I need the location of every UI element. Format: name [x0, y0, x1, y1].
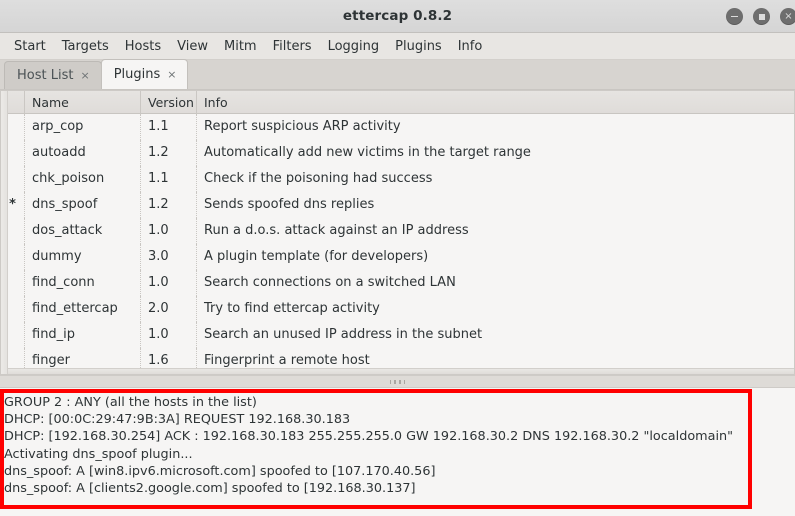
plugin-version-cell: 1.0	[141, 218, 197, 244]
menu-item-start[interactable]: Start	[6, 37, 54, 56]
log-line: DHCP: [192.168.30.254] ACK : 192.168.30.…	[4, 429, 734, 445]
menu-item-view[interactable]: View	[169, 37, 216, 56]
plugin-name-cell: find_ettercap	[25, 296, 141, 322]
menu-bar: Start Targets Hosts View Mitm Filters Lo…	[0, 33, 795, 60]
ettercap-window: ettercap 0.8.2 × Start Targets Hosts Vie…	[0, 0, 795, 516]
plugin-name-cell: dos_attack	[25, 218, 141, 244]
menu-item-logging[interactable]: Logging	[320, 37, 388, 56]
table-row[interactable]: find_ip 1.0 Search an unused IP address in…	[1, 322, 794, 348]
plugin-version-cell: 2.0	[141, 296, 197, 322]
table-row[interactable]: arp_cop 1.1 Report suspicious ARP activity	[1, 114, 794, 140]
column-header-name[interactable]: Name	[25, 91, 141, 114]
minimize-icon	[731, 15, 738, 18]
minimize-button[interactable]	[726, 8, 743, 25]
table-row[interactable]: autoadd 1.2 Automatically add new victims …	[1, 140, 794, 166]
table-row[interactable]: find_ettercap 2.0 Try to find ettercap act…	[1, 296, 794, 322]
plugin-info-cell: Search an unused IP address in the subne…	[204, 327, 483, 342]
tab-plugins[interactable]: Plugins ×	[100, 59, 189, 89]
log-panel: GROUP 2 : ANY (all the hosts in the list…	[0, 388, 795, 516]
plugin-name-cell: autoadd	[25, 140, 141, 166]
plugin-version-cell: 1.1	[141, 166, 197, 192]
close-icon: ×	[784, 10, 793, 22]
maximize-button[interactable]	[753, 8, 770, 25]
table-row[interactable]: * dns_spoof 1.2 Sends spoofed dns replies	[1, 192, 794, 218]
plugin-version-cell: 1.2	[141, 140, 197, 166]
log-line: Activating dns_spoof plugin...	[4, 446, 193, 462]
window-controls: ×	[726, 0, 795, 33]
splitter-grip-icon	[389, 379, 406, 384]
menu-item-mitm[interactable]: Mitm	[216, 37, 265, 56]
plugin-name-cell: find_ip	[25, 322, 141, 348]
log-text: GROUP 2 : ANY (all the hosts in the list…	[4, 394, 734, 497]
menu-item-plugins[interactable]: Plugins	[387, 37, 450, 56]
column-header-version[interactable]: Version	[141, 91, 197, 114]
tab-bar: Host List × Plugins ×	[0, 59, 795, 90]
table-body: arp_cop 1.1 Report suspicious ARP activity…	[1, 114, 794, 374]
table-horizontal-scrollbar[interactable]	[1, 368, 794, 374]
maximize-icon	[758, 13, 765, 20]
plugin-name-cell: dns_spoof	[25, 192, 141, 218]
log-highlight-box: GROUP 2 : ANY (all the hosts in the list…	[0, 389, 752, 509]
tab-host-list-label: Host List	[17, 68, 74, 83]
table-left-gutter	[1, 91, 8, 374]
table-row[interactable]: dummy 3.0 A plugin template (for developer…	[1, 244, 794, 270]
close-button[interactable]: ×	[780, 8, 795, 25]
tab-plugins-close-icon[interactable]: ×	[167, 69, 176, 80]
tab-plugins-label: Plugins	[113, 67, 161, 82]
window-title: ettercap 0.8.2	[342, 8, 453, 24]
plugin-version-cell: 1.2	[141, 192, 197, 218]
table-header-row: Name Version Info	[1, 91, 794, 114]
plugin-name-cell: arp_cop	[25, 114, 141, 140]
plugin-table: Name Version Info arp_cop 1.1 Report suspi…	[0, 90, 795, 375]
plugin-info-cell: Run a d.o.s. attack against an IP addres…	[204, 223, 469, 238]
plugin-info-cell: A plugin template (for developers)	[204, 249, 429, 264]
tab-host-list[interactable]: Host List ×	[4, 61, 102, 89]
table-row[interactable]: chk_poison 1.1 Check if the poisoning had …	[1, 166, 794, 192]
plugin-info-cell: Report suspicious ARP activity	[204, 119, 401, 134]
title-bar: ettercap 0.8.2 ×	[0, 0, 795, 33]
menu-item-targets[interactable]: Targets	[54, 37, 117, 56]
menu-item-hosts[interactable]: Hosts	[117, 37, 169, 56]
log-line: GROUP 2 : ANY (all the hosts in the list…	[4, 395, 257, 410]
table-row[interactable]: find_conn 1.0 Search connections on a swit…	[1, 270, 794, 296]
table-row[interactable]: dos_attack 1.0 Run a d.o.s. attack against…	[1, 218, 794, 244]
menu-item-info[interactable]: Info	[450, 37, 491, 56]
log-line: dns_spoof: A [win8.ipv6.microsoft.com] s…	[4, 463, 436, 479]
log-line: dns_spoof: A [clients2.google.com] spoof…	[4, 481, 416, 497]
plugin-info-cell: Sends spoofed dns replies	[204, 197, 375, 212]
plugin-version-cell: 1.1	[141, 114, 197, 140]
panel-splitter[interactable]	[0, 375, 795, 388]
menu-item-filters[interactable]: Filters	[265, 37, 320, 56]
plugin-name-cell: find_conn	[25, 270, 141, 296]
tab-host-list-close-icon[interactable]: ×	[80, 70, 89, 81]
plugin-info-cell: Try to find ettercap activity	[204, 301, 380, 316]
plugin-version-cell: 1.0	[141, 270, 197, 296]
log-line: DHCP: [00:0C:29:47:9B:3A] REQUEST 192.16…	[4, 412, 351, 428]
plugin-version-cell: 1.0	[141, 322, 197, 348]
plugin-version-cell: 3.0	[141, 244, 197, 270]
plugin-name-cell: dummy	[25, 244, 141, 270]
column-header-info[interactable]: Info	[197, 91, 794, 114]
plugin-info-cell: Automatically add new victims in the tar…	[204, 145, 531, 160]
plugin-info-cell: Search connections on a switched LAN	[204, 275, 456, 290]
plugin-info-cell: Check if the poisoning had success	[204, 171, 433, 186]
plugin-name-cell: chk_poison	[25, 166, 141, 192]
